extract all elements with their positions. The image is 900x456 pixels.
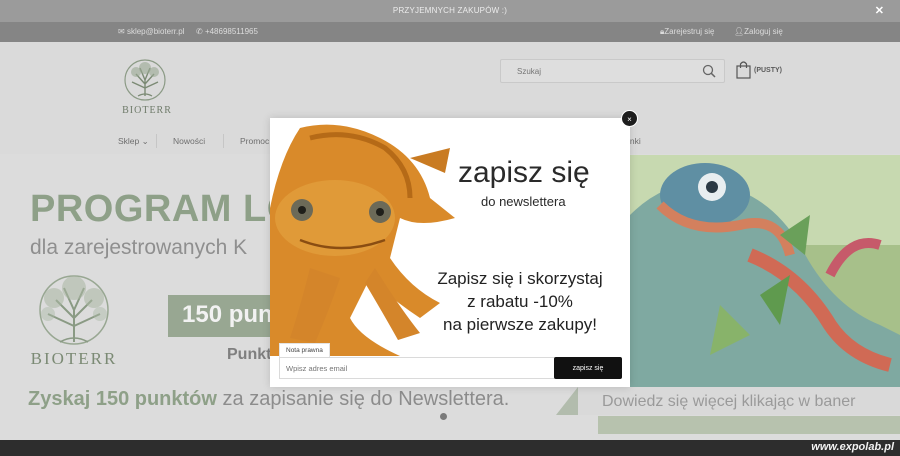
modal-close-button[interactable]: × [621, 110, 638, 127]
banner-subtitle: dla zarejestrowanych K [30, 236, 248, 259]
logo[interactable]: BIOTERR [118, 58, 176, 116]
bottom-bar: www.expolab.pl [0, 440, 900, 456]
learn-more-strip[interactable]: Dowiedz się więcej klikając w baner [556, 387, 900, 415]
user-icon: 👤︎ [734, 27, 745, 36]
email-text: sklep@bioterr.pl [126, 27, 185, 36]
banner-logo: BIOTERR [24, 272, 124, 372]
newsletter-submit-button[interactable]: zapisz się [554, 357, 622, 379]
promo-message: PRZYJEMNYCH ZAKUPÓW :) [392, 6, 508, 15]
modal-subheading: do newslettera [481, 194, 566, 209]
nav-divider [223, 134, 224, 148]
search-box [500, 59, 725, 83]
offer-line: z rabatu -10% [467, 292, 573, 311]
cta-rest: za zapisanie się do Newslettera. [216, 388, 510, 410]
register-link[interactable]: 🔒︎Zarejestruj się [660, 27, 715, 37]
modal-heading: zapisz się [458, 156, 590, 189]
banner-logo-text: BIOTERR [30, 349, 118, 368]
phone-icon: ✆ [196, 27, 205, 36]
envelope-icon: ✉ [118, 27, 127, 36]
decorative-slash [556, 387, 578, 415]
watermark: www.expolab.pl [811, 441, 894, 453]
offer-line: na pierwsze zakupy! [442, 315, 598, 334]
nav-item-nowosci[interactable]: Nowości [173, 136, 205, 146]
banner-cta: Zyskaj 150 punktów za zapisanie się do N… [28, 388, 509, 411]
phone-text: +48698511965 [204, 27, 258, 36]
learn-more-text: Dowiedz się więcej klikając w baner [602, 393, 856, 410]
banner-title: PROGRAM LO [30, 188, 297, 230]
email-contact[interactable]: ✉ sklep@bioterr.pl [118, 27, 184, 36]
search-input[interactable] [501, 60, 686, 82]
cta-bold: Zyskaj 150 punktów [28, 388, 217, 410]
nav-item-promocje[interactable]: Promoc [240, 136, 269, 146]
login-link[interactable]: 👤︎Zaloguj się [734, 27, 783, 36]
promo-bar: PRZYJEMNYCH ZAKUPÓW :) ✕ [0, 0, 900, 22]
shopping-bag-icon [736, 61, 751, 79]
nav-divider [156, 134, 157, 148]
cart-status: (PUSTY) [754, 67, 782, 74]
cart-button[interactable]: (PUSTY) [736, 60, 796, 82]
phone-contact[interactable]: ✆ +48698511965 [196, 27, 258, 36]
logo-text: BIOTERR [122, 105, 172, 116]
legal-note-tab[interactable]: Nota prawna [279, 343, 330, 358]
banner-accent-strip [598, 416, 900, 434]
offer-line: Zapisz się i skorzystaj [437, 269, 603, 288]
modal-offer: Zapisz się i skorzystaj z rabatu -10% na… [420, 267, 620, 336]
register-text: Zarejestruj się [664, 27, 715, 36]
tree-logo-icon [124, 59, 166, 101]
tree-logo-icon [39, 275, 109, 345]
login-text: Zaloguj się [744, 27, 783, 36]
points-badge: 150 pun [168, 295, 278, 337]
slider-dot[interactable] [440, 413, 447, 420]
nav-item-sklep[interactable]: Sklep ⌄ [118, 136, 149, 147]
newsletter-email-input[interactable] [279, 357, 555, 379]
newsletter-modal: × zapisz się do newslettera Zapisz się i… [270, 110, 638, 387]
chameleon-image [630, 155, 900, 387]
search-icon[interactable] [702, 64, 716, 78]
promo-close-icon[interactable]: ✕ [875, 4, 884, 17]
contact-bar: ✉ sklep@bioterr.pl ✆ +48698511965 🔒︎Zare… [0, 22, 900, 42]
points-caption: Punkt [227, 346, 270, 363]
